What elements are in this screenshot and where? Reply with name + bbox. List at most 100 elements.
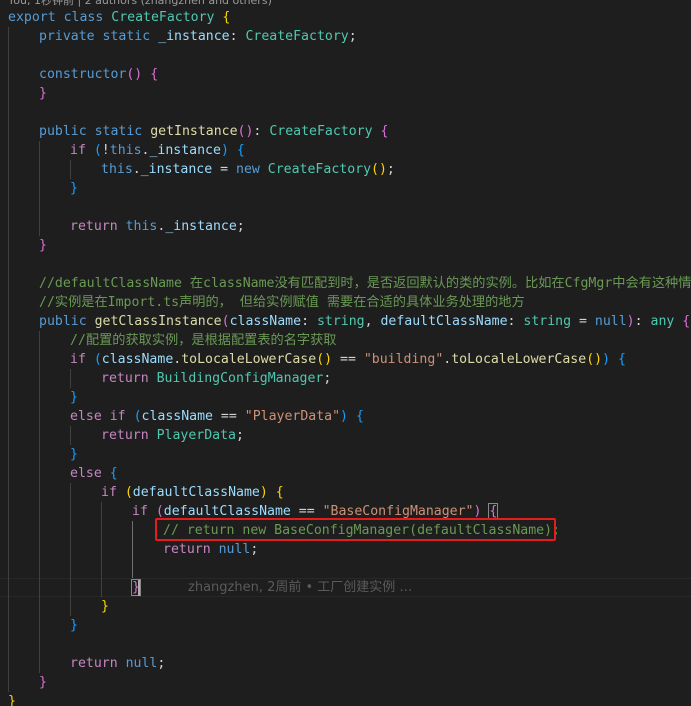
code-line[interactable]: return BuildingConfigManager; [101, 369, 331, 388]
code-line[interactable]: //defaultClassName 在className没有匹配到时，是否返回… [39, 274, 691, 293]
code-token: else [70, 466, 102, 481]
indent-guide [39, 331, 40, 673]
code-token: { [355, 409, 364, 424]
code-line[interactable]: private static _instance: CreateFactory; [39, 27, 357, 46]
codelens-authors[interactable]: You, 1秒钟前 | 2 authors (zhangzhen and oth… [8, 0, 272, 8]
code-token: ( [93, 352, 102, 367]
code-line[interactable]: export class CreateFactory { [8, 8, 230, 27]
code-token: ) [602, 352, 611, 367]
code-token: : [507, 314, 524, 329]
highlighted-comment-box [155, 518, 556, 541]
code-line[interactable]: public getClassInstance(className: strin… [39, 312, 690, 331]
code-token: } [8, 694, 16, 706]
code-line[interactable]: else if (className == "PlayerData") { [70, 407, 364, 426]
code-token: _instance [140, 162, 213, 177]
code-token: { [488, 503, 499, 520]
code-token: } [39, 238, 47, 253]
code-token: ; [348, 29, 357, 44]
code-token: "building" [363, 352, 444, 367]
code-line[interactable]: } [70, 445, 78, 464]
code-token: getInstance [150, 124, 238, 139]
code-line[interactable]: return null; [163, 540, 258, 559]
code-token: : [229, 29, 246, 44]
code-token: private [39, 29, 95, 44]
code-token: CreateFactory [267, 162, 372, 177]
code-token: "PlayerData" [244, 409, 341, 424]
code-token: { [618, 352, 626, 367]
code-token: () [371, 162, 387, 177]
code-line[interactable]: } [8, 692, 16, 706]
code-token: null [125, 656, 158, 671]
code-line[interactable]: } [70, 179, 78, 198]
code-editor[interactable]: You, 1秒钟前 | 2 authors (zhangzhen and oth… [0, 0, 691, 706]
code-token: ( [133, 409, 142, 424]
code-line[interactable]: } [39, 236, 47, 255]
code-line[interactable]: return null; [70, 654, 165, 673]
code-token: { [222, 10, 231, 25]
code-token: "BaseConfigManager" [322, 504, 474, 519]
code-line[interactable]: else { [70, 464, 118, 483]
code-token: { [109, 466, 118, 481]
code-token: = [571, 314, 595, 329]
code-line[interactable]: //配置的获取实例，是根据配置表的名字获取 [70, 331, 336, 350]
code-token: } [39, 86, 47, 101]
code-token: () [316, 352, 333, 367]
code-token: { [275, 485, 284, 500]
code-line[interactable]: //实例是在Import.ts声明的， 但给实例赋值 需要在合适的具体业务处理的… [39, 293, 525, 312]
code-token: //defaultClassName 在className没有匹配到时，是否返回… [39, 276, 691, 291]
code-token: == [212, 409, 245, 424]
code-token: return [101, 428, 149, 443]
code-line[interactable]: if (defaultClassName) { [101, 483, 284, 502]
code-token: ; [250, 542, 259, 557]
code-token: () [586, 352, 603, 367]
code-token: static [102, 29, 151, 44]
code-line[interactable]: public static getInstance(): CreateFacto… [39, 122, 388, 141]
code-line[interactable]: } [39, 673, 47, 692]
code-token: defaultClassName [163, 504, 291, 519]
code-token: if [109, 409, 126, 424]
code-line[interactable]: return PlayerData; [101, 426, 244, 445]
code-token: defaultClassName [132, 485, 260, 500]
code-line[interactable]: } [70, 388, 78, 407]
code-line[interactable]: } [70, 616, 78, 635]
code-token: any [650, 314, 675, 329]
code-token: ) [626, 314, 635, 329]
code-token: ) [220, 143, 229, 158]
code-token: () [237, 124, 254, 139]
code-token: ( [93, 143, 102, 158]
git-blame-annotation: zhangzhen, 2周前 • 工厂创建实例 … [188, 580, 413, 595]
indent-guide [70, 160, 71, 179]
code-line[interactable]: } [101, 597, 109, 616]
code-token: if [70, 143, 86, 158]
code-line[interactable]: if (!this._instance) { [70, 141, 245, 160]
code-token: toLocaleLowerCase [451, 352, 587, 367]
code-token: == [290, 504, 323, 519]
code-token: this [109, 143, 142, 158]
code-token: return [101, 371, 149, 386]
code-token: : [253, 124, 270, 139]
code-token: ; [386, 162, 395, 177]
code-token: } [101, 599, 109, 614]
indent-guide [101, 502, 102, 597]
code-line[interactable]: return this._instance; [70, 217, 245, 236]
code-line[interactable]: constructor() { [39, 65, 158, 84]
code-token: if [132, 504, 148, 519]
code-token: _instance [165, 219, 237, 234]
code-line[interactable]: this._instance = new CreateFactory(); [101, 160, 395, 179]
code-line[interactable]: if (className.toLocaleLowerCase() == "bu… [70, 350, 626, 369]
code-line[interactable]: } [39, 84, 47, 103]
text-cursor [138, 580, 140, 596]
